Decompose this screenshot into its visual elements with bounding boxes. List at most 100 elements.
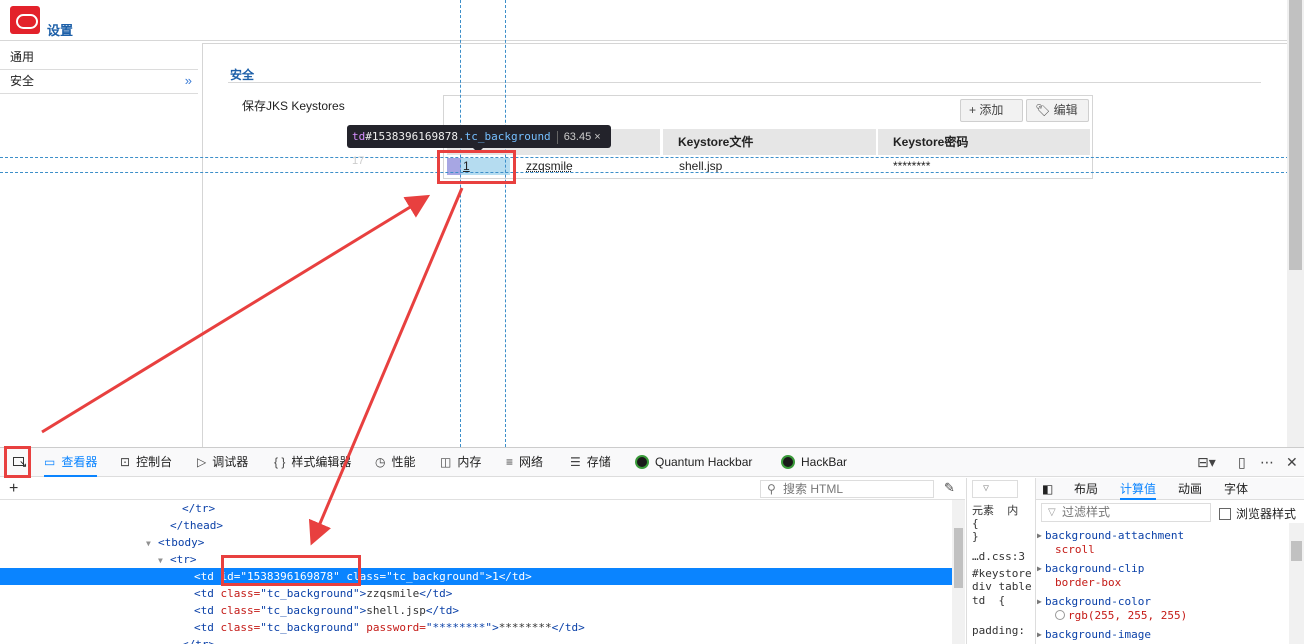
html-tree-node[interactable]: </tr> (0, 500, 952, 517)
tab-inspector[interactable]: ▭ 查看器 (44, 448, 98, 477)
tab-layout[interactable]: 布局 (1074, 478, 1098, 500)
html-tree-node[interactable]: <td class="tc_background">zzqsmile</td> (0, 585, 952, 602)
tab-fonts[interactable]: 字体 (1224, 478, 1248, 500)
browser-styles-checkbox[interactable]: 浏览器样式 (1219, 505, 1296, 522)
app-window: 设置 通用 安全 » 安全 保存JKS Keystores + 添加 🏷 编辑 … (0, 0, 1304, 644)
memory-icon: ◫ (440, 455, 452, 469)
checkbox-box[interactable] (1219, 508, 1231, 520)
search-icon: ⚲ (767, 482, 776, 496)
search-html-input[interactable]: ⚲ 搜索 HTML (760, 480, 934, 498)
tab-computed[interactable]: 计算值 (1120, 478, 1157, 500)
html-token: </thead> (170, 519, 223, 532)
html-token: 1 (492, 570, 499, 583)
inspector-guide-line (0, 157, 1304, 158)
html-tree-node[interactable]: <td class="tc_background">shell.jsp</td> (0, 602, 952, 619)
filter-icon: ▽ (1048, 507, 1056, 518)
scrollbar-thumb[interactable] (1289, 0, 1302, 270)
html-tree-node[interactable]: <td id="1538396169878" class="tc_backgro… (0, 568, 952, 585)
inspector-tooltip: td#1538396169878.tc_background 63.45 × 17 (347, 125, 611, 167)
html-token: </td> (425, 604, 459, 617)
html-tree-node[interactable]: <td class="tc_background" password="****… (0, 619, 952, 636)
tab-label: 性能 (391, 455, 416, 469)
color-swatch-icon[interactable] (1055, 610, 1065, 620)
page-scrollbar[interactable] (1287, 0, 1304, 447)
oracle-logo-icon (10, 6, 40, 34)
sidebar-item-security[interactable]: 安全 » (0, 70, 198, 94)
responsive-design-icon[interactable]: ▯ (1238, 447, 1246, 477)
html-tree-node[interactable]: </thead> (0, 517, 952, 534)
expand-arrow-icon[interactable]: ▶ (1037, 562, 1042, 576)
filter-styles-input[interactable]: ▽ 过滤样式 (1041, 503, 1211, 522)
html-token: <td (194, 621, 221, 634)
tab-storage[interactable]: ☰ 存储 (570, 448, 611, 477)
computed-property[interactable]: ▶ background-attachment scroll (1037, 529, 1184, 557)
more-options-icon[interactable]: ⋯ (1260, 447, 1274, 477)
console-icon: ⊡ (120, 455, 131, 469)
edit-button[interactable]: 🏷 编辑 (1026, 99, 1089, 122)
eyedropper-icon[interactable]: ✎ (944, 480, 955, 496)
html-token: </tr> (182, 502, 216, 515)
tab-quantum-hackbar[interactable]: Quantum Hackbar (635, 448, 752, 477)
tab-performance[interactable]: ◷ 性能 (375, 448, 416, 477)
style-editor-icon: { } (274, 455, 286, 469)
keystore-label: 保存JKS Keystores (242, 99, 345, 113)
annotation-highlight-cell (437, 150, 516, 184)
html-tree-node[interactable]: ▼ <tbody> (0, 534, 952, 551)
html-token: "********" (425, 621, 493, 634)
scrollbar-thumb[interactable] (1291, 541, 1302, 561)
rule-line: td { (972, 594, 1006, 607)
computed-scrollbar[interactable] (1289, 523, 1304, 644)
expand-arrow-icon[interactable]: ▶ (1037, 628, 1042, 642)
expand-arrow-icon[interactable]: ▶ (1037, 529, 1042, 543)
tab-network[interactable]: ≡ 网络 (506, 448, 543, 477)
tab-memory[interactable]: ◫ 内存 (440, 448, 481, 477)
html-tree-scrollbar[interactable] (952, 500, 965, 644)
tooltip-id: #1538396169878 (365, 130, 458, 143)
html-tree-node[interactable]: </tr> (0, 636, 952, 644)
rules-filter-input[interactable]: ▽ (972, 480, 1018, 498)
table-header-cell[interactable]: Keystore文件 (663, 129, 876, 155)
tab-label: 调试器 (212, 455, 249, 469)
inspector-guide-line (460, 0, 461, 447)
edit-button-label: 编辑 (1053, 103, 1078, 117)
html-tree-node[interactable]: ▼ <tr> (0, 551, 952, 568)
element-picker-button[interactable] (4, 446, 31, 478)
computed-property[interactable]: ▶ background-color rgb(255, 255, 255) (1037, 595, 1187, 623)
property-value: scroll (1055, 543, 1095, 556)
expand-arrow-icon[interactable]: ▶ (1037, 595, 1042, 609)
computed-property[interactable]: ▶ background-image (1037, 628, 1151, 642)
tab-label: 内存 (457, 455, 482, 469)
sidebar: 通用 安全 » (0, 46, 198, 94)
expand-twisty-icon[interactable]: ▼ (158, 552, 170, 569)
add-node-icon[interactable]: + (9, 478, 18, 500)
tab-animations[interactable]: 动画 (1178, 478, 1202, 500)
computed-property[interactable]: ▶ background-clip border-box (1037, 562, 1144, 590)
debugger-icon: ▷ (197, 455, 207, 469)
html-token: "tc_background" (260, 604, 360, 617)
inspector-guide-line (0, 172, 1304, 173)
tab-hackbar[interactable]: HackBar (781, 448, 847, 477)
tab-debugger[interactable]: ▷ 调试器 (197, 448, 248, 477)
network-icon: ≡ (506, 455, 514, 469)
tooltip-separator (556, 130, 558, 144)
add-button[interactable]: + 添加 (960, 99, 1023, 122)
search-placeholder: 搜索 HTML (783, 482, 844, 496)
tab-console[interactable]: ⊡ 控制台 (120, 448, 172, 477)
tab-label: 控制台 (136, 455, 173, 469)
html-token: "tc_background" (260, 587, 360, 600)
element-picker-icon (13, 457, 27, 470)
tab-label: 存储 (586, 455, 611, 469)
dock-layout-icon[interactable]: ⊟▾ (1197, 447, 1216, 477)
inspector-guide-line (505, 0, 506, 447)
filter-placeholder: 过滤样式 (1062, 505, 1111, 519)
scrollbar-thumb[interactable] (954, 528, 963, 588)
html-token: </tr> (182, 638, 215, 644)
property-name: background-color (1045, 595, 1151, 608)
table-header-cell[interactable]: Keystore密码 (878, 129, 1090, 155)
expand-twisty-icon[interactable]: ▼ (146, 535, 158, 552)
header-divider (0, 40, 1287, 41)
sidebar-item-general[interactable]: 通用 (0, 46, 198, 70)
close-icon[interactable]: ✕ (1286, 447, 1298, 477)
tab-style-editor[interactable]: { } 样式编辑器 (274, 448, 351, 477)
toggle-pane-icon[interactable]: ◧ (1042, 478, 1053, 500)
